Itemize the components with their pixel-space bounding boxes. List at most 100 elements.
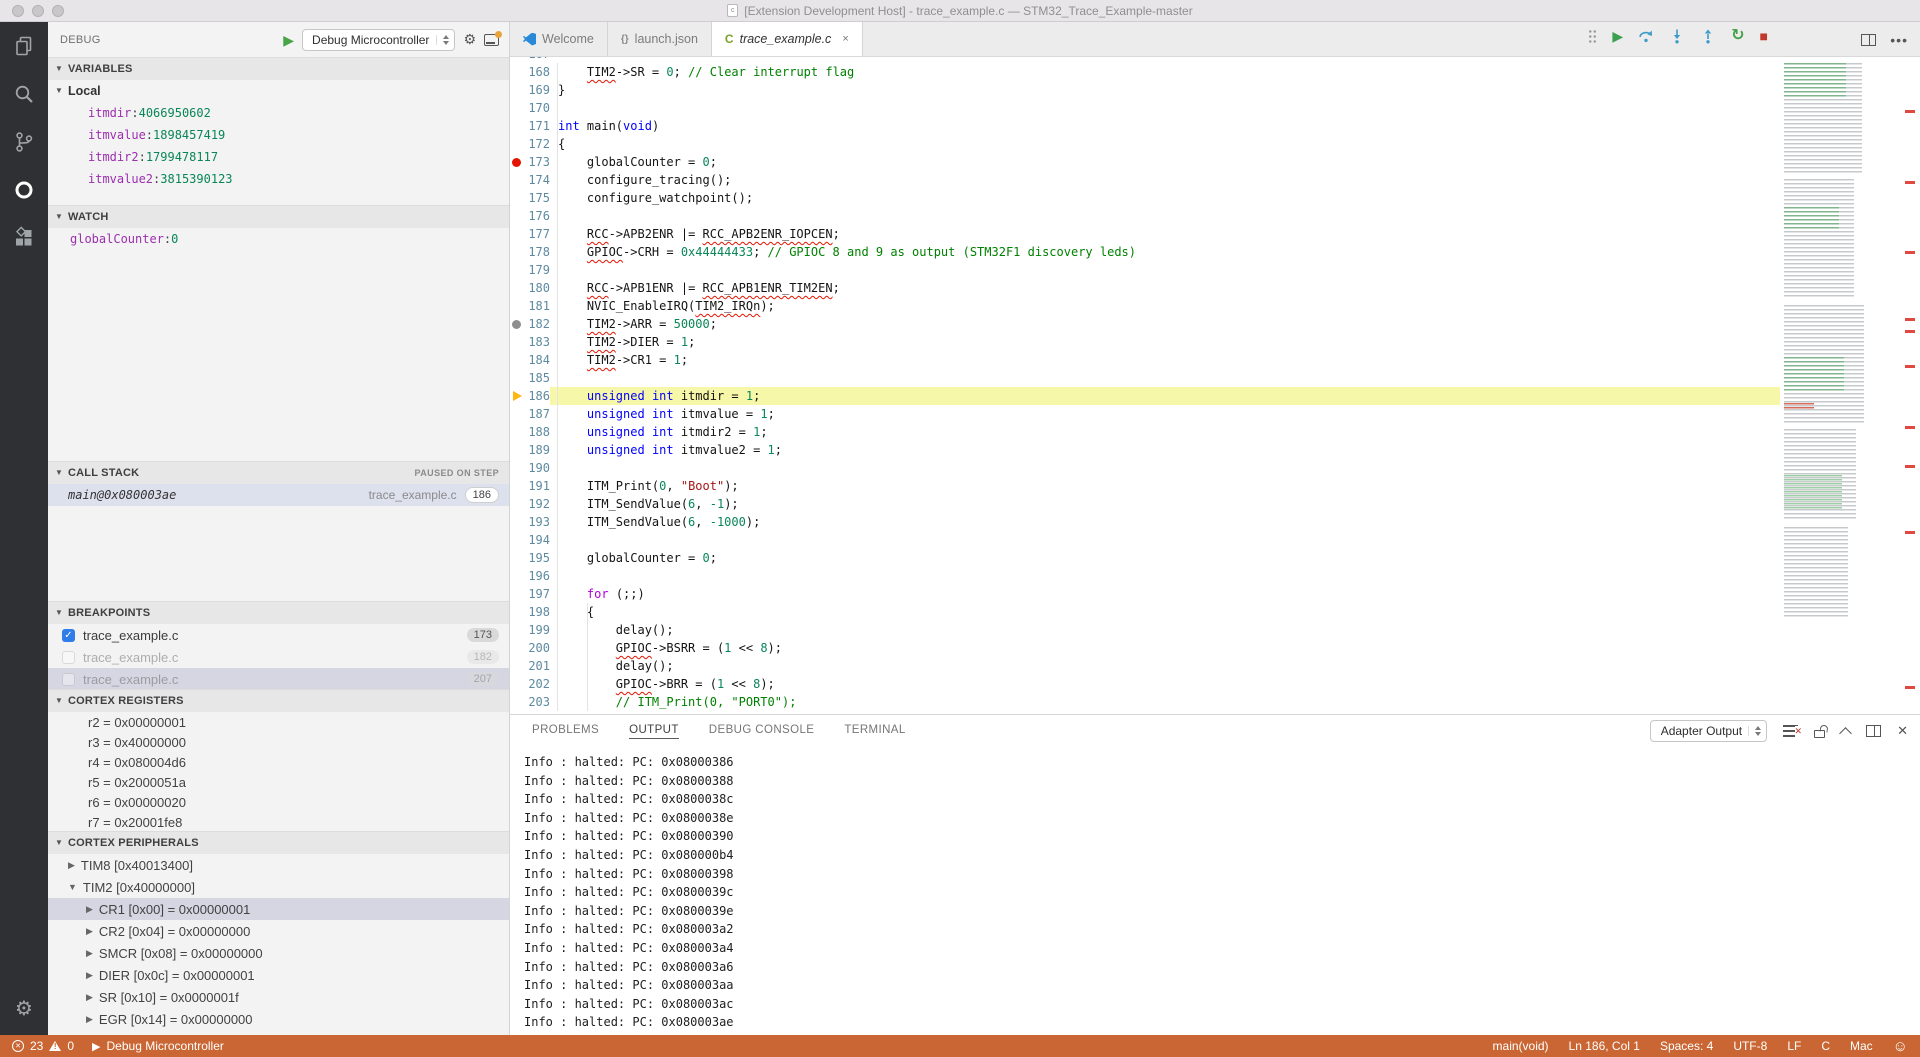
code-line[interactable]: 199 delay(); [510,621,1920,639]
code-line[interactable]: 171int main(void) [510,117,1920,135]
debug-console-icon[interactable] [484,34,499,46]
current-line-arrow-icon[interactable] [510,387,524,405]
peripheral-row[interactable]: ▶CCMR1_Output [0x18] = 0x00000000 [48,1030,509,1035]
continue-button[interactable]: ▶ [1612,29,1623,43]
minimap[interactable] [1780,57,1872,714]
register-row[interactable]: r6 = 0x00000020 [48,792,509,812]
variable-row[interactable]: itmvalue2: 3815390123 [48,168,509,190]
code-line[interactable]: 176 [510,207,1920,225]
breakpoint-checkbox[interactable] [62,651,75,664]
register-row[interactable]: r7 = 0x20001fe8 [48,812,509,831]
code-line[interactable]: 175 configure_watchpoint(); [510,189,1920,207]
code-line[interactable]: 190 [510,459,1920,477]
window-controls[interactable] [12,5,64,17]
code-line[interactable]: 201 delay(); [510,657,1920,675]
code-line[interactable]: 193 ITM_SendValue(6, -1000); [510,513,1920,531]
close-window-button[interactable] [12,5,24,17]
register-row[interactable]: r2 = 0x00000001 [48,712,509,732]
peripheral-row[interactable]: ▶CR1 [0x00] = 0x00000001 [48,898,509,920]
code-line[interactable]: 189 unsigned int itmvalue2 = 1; [510,441,1920,459]
call-stack-section-header[interactable]: ▼ CALL STACK PAUSED ON STEP [48,462,509,484]
search-icon[interactable] [12,82,36,106]
configure-gear-icon[interactable]: ⚙ [463,31,476,48]
watch-section-header[interactable]: ▼ WATCH [48,206,509,228]
symbol-indicator[interactable]: main(void) [1493,1039,1549,1053]
code-line[interactable]: 180 RCC->APB1ENR |= RCC_APB1ENR_TIM2EN; [510,279,1920,297]
tab-trace_example-c[interactable]: Ctrace_example.c× [712,22,863,56]
panel-tab-debug-console[interactable]: DEBUG CONSOLE [709,724,815,739]
code-line[interactable]: 198 { [510,603,1920,621]
scope-local[interactable]: ▼ Local [48,80,509,102]
code-line[interactable]: 187 unsigned int itmvalue = 1; [510,405,1920,423]
breakpoint-row[interactable]: trace_example.c182 [48,646,509,668]
code-line[interactable]: 173 globalCounter = 0; [510,153,1920,171]
debug-config-dropdown[interactable]: Debug Microcontroller [302,29,455,51]
open-panel-in-editor-icon[interactable] [1866,725,1881,737]
close-panel-icon[interactable]: ✕ [1897,723,1908,739]
code-line[interactable]: 183 TIM2->DIER = 1; [510,333,1920,351]
code-line[interactable]: 185 [510,369,1920,387]
explorer-icon[interactable] [12,34,36,58]
tab-launch-json[interactable]: {}launch.json [608,22,712,56]
register-row[interactable]: r3 = 0x40000000 [48,732,509,752]
peripheral-row[interactable]: ▶DIER [0x0c] = 0x00000001 [48,964,509,986]
breakpoint-checkbox[interactable]: ✓ [62,629,75,642]
code-line[interactable]: 191 ITM_Print(0, "Boot"); [510,477,1920,495]
language-indicator[interactable]: C [1821,1039,1830,1053]
stop-button[interactable]: ■ [1760,29,1768,43]
register-row[interactable]: r4 = 0x080004d6 [48,752,509,772]
breakpoint-checkbox[interactable] [62,673,75,686]
cortex-peripherals-header[interactable]: ▼ CORTEX PERIPHERALS [48,832,509,854]
indentation-indicator[interactable]: Spaces: 4 [1660,1039,1713,1053]
code-line[interactable]: 174 configure_tracing(); [510,171,1920,189]
overview-ruler[interactable] [1872,57,1920,714]
clear-output-icon[interactable] [1783,725,1798,737]
code-line[interactable]: 182 TIM2->ARR = 50000; [510,315,1920,333]
code-line[interactable]: 181 NVIC_EnableIRQ(TIM2_IRQn); [510,297,1920,315]
code-line[interactable]: 168 TIM2->SR = 0; // Clear interrupt fla… [510,63,1920,81]
settings-gear-icon[interactable]: ⚙ [15,996,33,1021]
close-tab-icon[interactable]: × [842,33,848,45]
step-over-button[interactable] [1638,28,1654,44]
panel-tab-terminal[interactable]: TERMINAL [844,724,905,739]
code-line[interactable]: 179 [510,261,1920,279]
debug-target-status[interactable]: ▶ Debug Microcontroller [92,1039,224,1053]
code-line[interactable]: 195 globalCounter = 0; [510,549,1920,567]
panel-tab-output[interactable]: OUTPUT [629,724,679,739]
peripheral-row[interactable]: ▶CR2 [0x04] = 0x00000000 [48,920,509,942]
code-line[interactable]: 194 [510,531,1920,549]
variable-row[interactable]: itmdir2: 1799478117 [48,146,509,168]
breakpoints-section-header[interactable]: ▼ BREAKPOINTS [48,602,509,624]
step-into-button[interactable] [1669,28,1685,44]
code-editor[interactable]: 167168 TIM2->SR = 0; // Clear interrupt … [510,57,1920,714]
zoom-window-button[interactable] [52,5,64,17]
minimize-window-button[interactable] [32,5,44,17]
code-line[interactable]: 177 RCC->APB2ENR |= RCC_APB2ENR_IOPCEN; [510,225,1920,243]
code-line[interactable]: 186 unsigned int itmdir = 1; [510,387,1920,405]
breakpoint-row[interactable]: trace_example.c207 [48,668,509,689]
output-channel-dropdown[interactable]: Adapter Output [1650,720,1767,742]
register-row[interactable]: r5 = 0x2000051a [48,772,509,792]
eol-indicator[interactable]: LF [1787,1039,1801,1053]
code-line[interactable]: 196 [510,567,1920,585]
code-line[interactable]: 188 unsigned int itmdir2 = 1; [510,423,1920,441]
lock-scroll-icon[interactable] [1814,730,1825,738]
source-control-icon[interactable] [12,130,36,154]
peripheral-row[interactable]: ▶SR [0x10] = 0x0000001f [48,986,509,1008]
code-line[interactable]: 200 GPIOC->BSRR = (1 << 8); [510,639,1920,657]
toolbar-drag-handle[interactable] [1588,29,1597,44]
peripheral-row[interactable]: ▶SMCR [0x08] = 0x00000000 [48,942,509,964]
disabled-breakpoint-marker[interactable] [510,315,524,333]
encoding-indicator[interactable]: UTF-8 [1733,1039,1767,1053]
restart-button[interactable]: ↻ [1731,28,1744,44]
split-editor-icon[interactable] [1861,34,1876,46]
cortex-registers-header[interactable]: ▼ CORTEX REGISTERS [48,690,509,712]
peripheral-row[interactable]: ▼TIM2 [0x40000000] [48,876,509,898]
watch-row[interactable]: globalCounter: 0 [48,228,509,250]
tab-welcome[interactable]: Welcome [510,22,608,56]
cursor-position[interactable]: Ln 186, Col 1 [1569,1039,1640,1053]
code-line[interactable]: 192 ITM_SendValue(6, -1); [510,495,1920,513]
panel-tab-problems[interactable]: PROBLEMS [532,724,599,739]
problems-status[interactable]: ✕ 23 0 [12,1039,74,1053]
host-indicator[interactable]: Mac [1850,1039,1873,1053]
